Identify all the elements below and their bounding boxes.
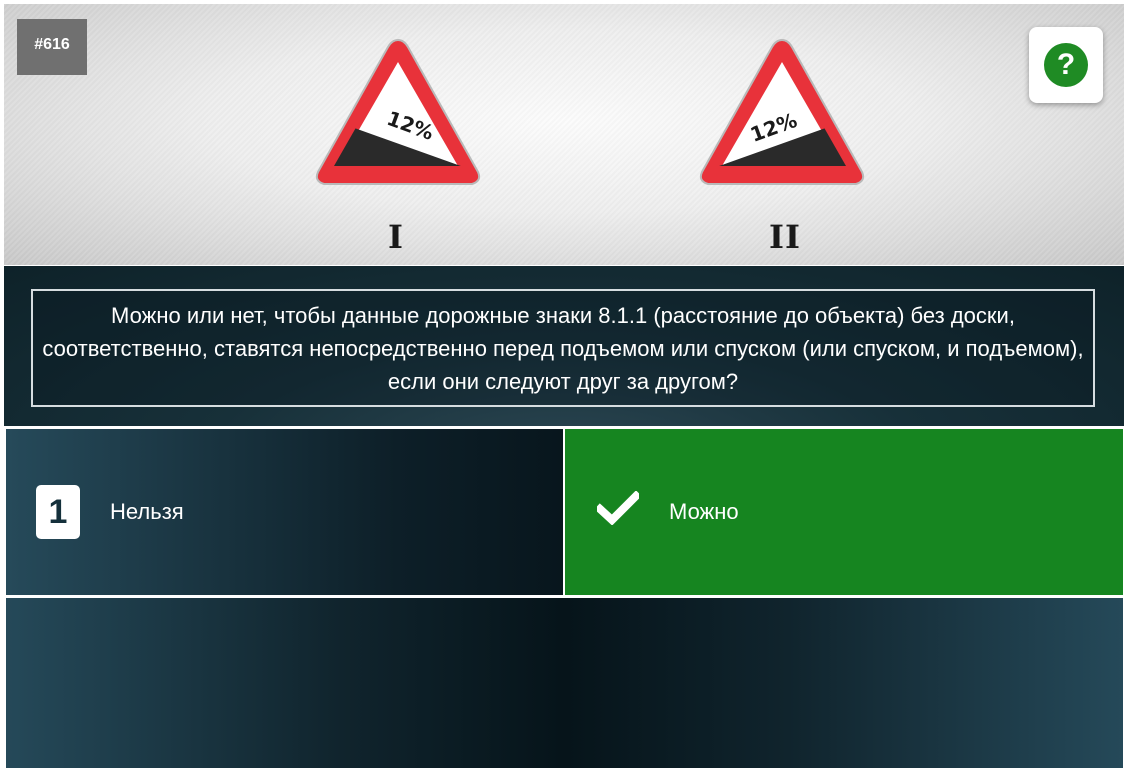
question-panel: Можно или нет, чтобы данные дорожные зна… — [4, 266, 1124, 426]
question-box: Можно или нет, чтобы данные дорожные зна… — [31, 289, 1095, 407]
question-image: #616 12% 12% I II ? — [4, 4, 1124, 265]
question-number: #616 — [34, 36, 70, 53]
question-text: Можно или нет, чтобы данные дорожные зна… — [42, 302, 1084, 394]
help-button[interactable]: ? — [1029, 27, 1103, 103]
answer-option-2-correct[interactable]: Можно — [565, 429, 1123, 595]
sign-2-label: II — [769, 218, 801, 256]
empty-answer-area — [6, 598, 1123, 768]
checkmark-icon — [594, 490, 642, 530]
question-number-badge: #616 — [17, 19, 87, 75]
sign-1-label: I — [388, 218, 404, 256]
answer-2-text: Можно — [669, 499, 739, 524]
question-icon: ? — [1044, 43, 1088, 87]
steep-ascent-sign: 12% — [696, 34, 868, 197]
answer-1-text: Нельзя — [110, 499, 184, 524]
answer-option-1[interactable]: 1 Нельзя — [6, 429, 563, 595]
answer-number-badge: 1 — [36, 485, 80, 539]
steep-descent-sign: 12% — [312, 34, 484, 197]
